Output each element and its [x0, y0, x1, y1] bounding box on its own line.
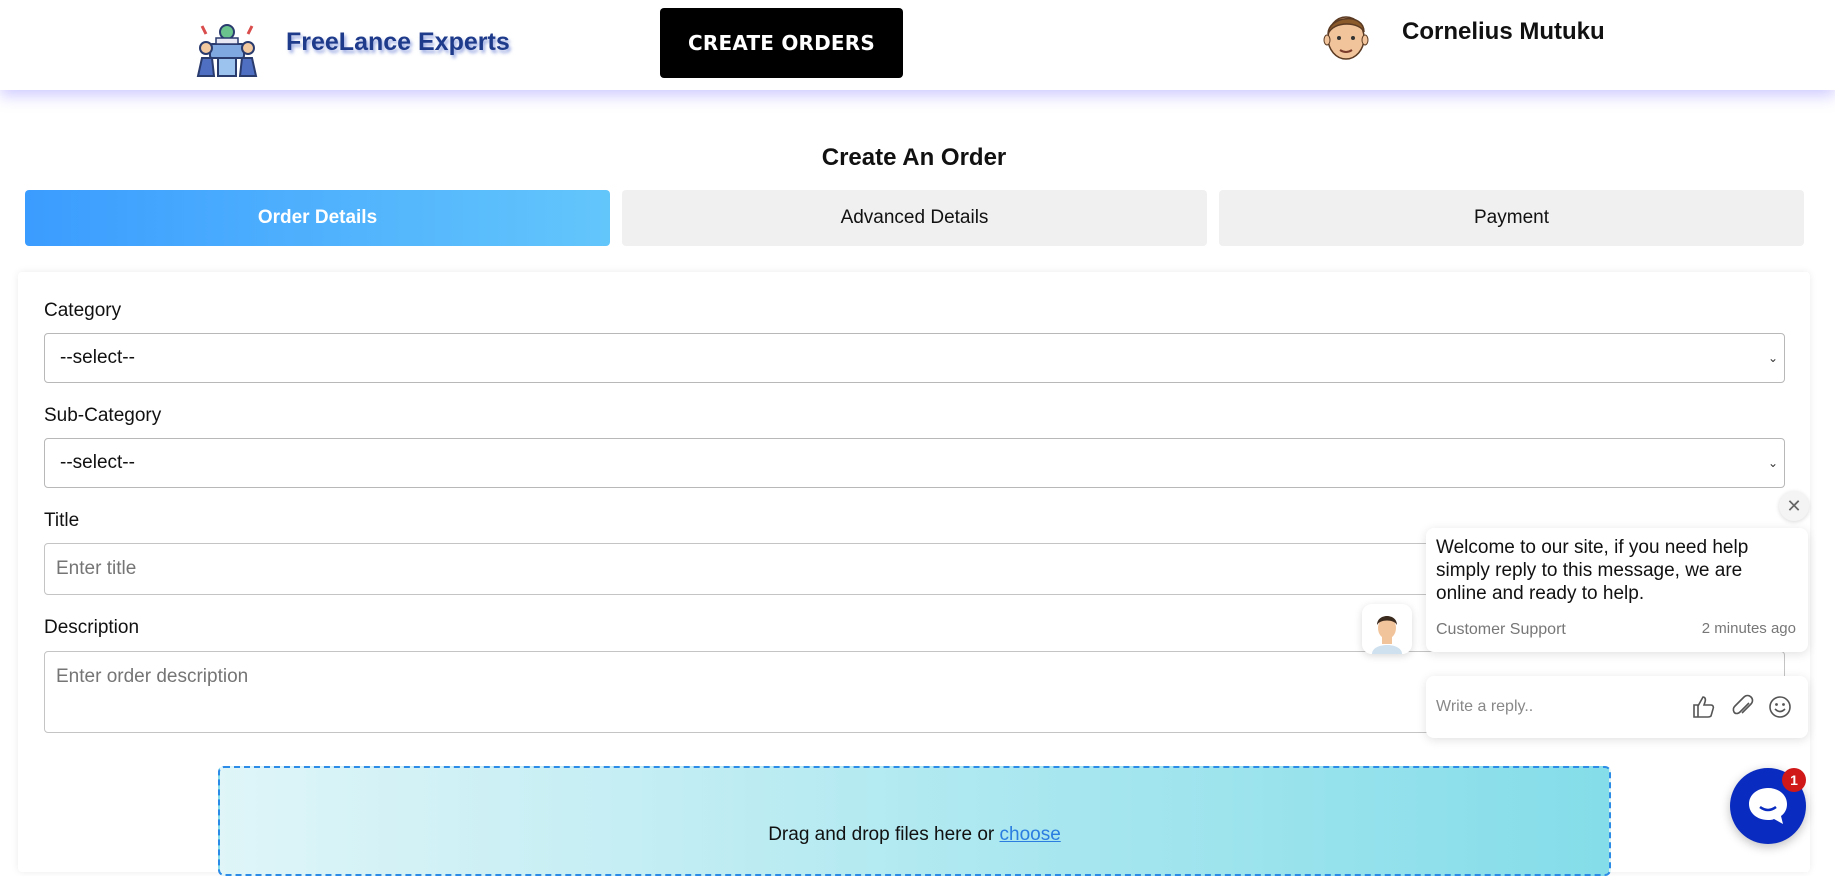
page-title: Create An Order — [821, 144, 1007, 171]
dropzone-text: Drag and drop files here or — [768, 824, 995, 845]
subcategory-select[interactable]: --select-- ⌄ — [44, 438, 1785, 488]
close-icon[interactable]: ✕ — [1779, 491, 1809, 521]
top-header: FreeLance Experts CREATE ORDERS Corneliu… — [0, 0, 1835, 90]
subcategory-label: Sub-Category — [44, 405, 162, 426]
tab-advanced-details[interactable]: Advanced Details — [622, 190, 1207, 246]
paperclip-icon[interactable] — [1730, 694, 1756, 720]
description-label: Description — [44, 617, 140, 638]
unread-badge: 1 — [1782, 768, 1806, 792]
chat-message-text: Welcome to our site, if you need help si… — [1436, 537, 1749, 604]
user-name[interactable]: Cornelius Mutuku — [1402, 18, 1605, 46]
category-select-value: --select-- — [60, 347, 135, 368]
tab-order-details[interactable]: Order Details — [25, 190, 610, 246]
tab-payment[interactable]: Payment — [1219, 190, 1804, 246]
team-logo-icon[interactable] — [196, 18, 258, 80]
reply-placeholder[interactable]: Write a reply.. — [1436, 698, 1533, 716]
support-agent-icon — [1362, 604, 1412, 654]
chevron-down-icon: ⌄ — [1767, 351, 1778, 365]
category-select[interactable]: --select-- ⌄ — [44, 333, 1785, 383]
title-label: Title — [44, 510, 80, 531]
thumbs-up-icon[interactable] — [1690, 694, 1716, 720]
create-orders-button[interactable]: CREATE ORDERS — [660, 8, 903, 78]
user-avatar-icon[interactable] — [1320, 8, 1372, 64]
chat-message-bubble: Welcome to our site, if you need help si… — [1426, 528, 1808, 652]
file-dropzone[interactable]: Drag and drop files here or choose — [218, 766, 1611, 876]
chat-sender: Customer Support — [1436, 621, 1566, 638]
brand-name[interactable]: FreeLance Experts — [286, 28, 510, 57]
subcategory-select-value: --select-- — [60, 452, 135, 473]
chat-timestamp: 2 minutes ago — [1701, 620, 1796, 637]
dropzone-text-wrap: Drag and drop files here or choose — [220, 824, 1609, 846]
chat-reply-box[interactable]: Write a reply.. — [1426, 676, 1808, 738]
choose-file-link[interactable]: choose — [1000, 824, 1061, 845]
smiley-icon[interactable] — [1767, 694, 1793, 720]
chevron-down-icon: ⌄ — [1767, 456, 1778, 470]
category-label: Category — [44, 300, 122, 321]
